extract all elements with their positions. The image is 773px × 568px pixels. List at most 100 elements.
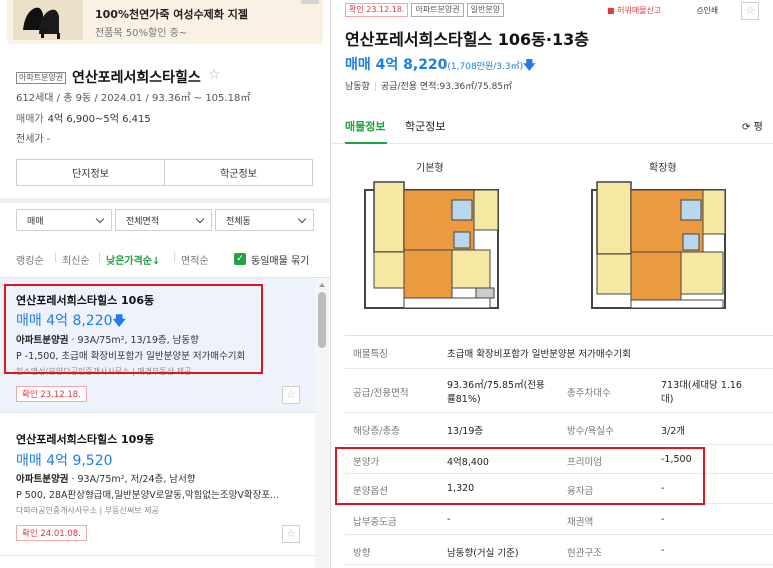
table-row: 방향 남동향(거실 기준) 현관구조 - [345, 535, 773, 565]
listing-description: P 500, 28A판상형급매,일반분양V로얄동,막힘없는조망V확장포... [16, 490, 280, 501]
scroll-up-icon[interactable] [319, 283, 325, 287]
complex-rent: 전세가 - [16, 130, 50, 145]
row-value: 률81%) [447, 394, 481, 405]
sort-area[interactable]: 면적순 [181, 252, 209, 267]
price-per-pyeong: (1,708만원/3.3㎡) [447, 62, 524, 72]
rent-value: - [46, 134, 51, 145]
highlight-box [335, 447, 705, 505]
sort-bar: 랭킹순 | 최신순 | 낮은가격순↓ | 면적순 ✓ 동일매물 묶기 [16, 252, 330, 267]
report-icon: ■ [607, 6, 618, 15]
complex-name: 연산포레서희스타힐스 [72, 70, 201, 86]
price-value: 4억 6,900~5억 6,415 [47, 114, 151, 125]
chevron-down-icon [195, 214, 205, 223]
highlight-box [4, 284, 263, 374]
sale-tag: 일반분양 [466, 3, 505, 17]
row-label: 현관구조 [567, 548, 602, 559]
row-value: 초급매 확장비포함가 일반분양분 저가매수기회 [447, 349, 631, 360]
ad-subtitle: 전품목 50%할인 중~ [95, 28, 188, 39]
sort-divider: | [173, 252, 177, 263]
complex-price: 매매가 4억 6,900~5억 6,415 [16, 110, 151, 125]
complex-tabs: 단지정보 학군정보 [16, 159, 313, 186]
row-label: 공급/전용면적 [353, 388, 409, 399]
sort-divider: | [98, 252, 102, 263]
group-same-label: 동일매물 묶기 [251, 256, 310, 267]
tab-school-info[interactable]: 학군정보 [405, 118, 445, 134]
sort-divider: | [54, 252, 58, 263]
divider [0, 555, 315, 556]
row-value: 3/2개 [661, 426, 686, 437]
chevron-down-icon [95, 214, 105, 223]
listing-panel: 100%천연가죽 여성수제화 지젤 전품목 50%할인 중~ 아파트분양권 연산… [0, 0, 330, 568]
row-label: 매물특징 [353, 349, 388, 360]
detail-tabs: 매물정보 학군정보 [331, 108, 773, 144]
tab-listing-info[interactable]: 매물정보 [345, 118, 385, 134]
row-value: 남동향(거실 기준) [447, 548, 519, 559]
detail-price-text: 매매 4억 8,220 [345, 57, 448, 73]
detail-price: 매매 4억 8,220(1,708만원/3.3㎡)🡇 [345, 54, 535, 77]
favorite-star-icon[interactable]: ☆ [208, 67, 221, 83]
price-label: 매매가 [16, 114, 44, 125]
area-label: 전체면적 [126, 216, 160, 227]
row-label: 방수/욕실수 [567, 426, 614, 437]
print-label: 인쇄 [703, 6, 719, 15]
school-info-button[interactable]: 학군정보 [164, 160, 312, 185]
table-row: 납부중도금 - 채권액 - [345, 504, 773, 535]
detail-direction: 남동향 [345, 82, 370, 92]
complex-info: 612세대 / 총 9동 / 2024.01 / 93.36㎡ ~ 105.18… [16, 93, 251, 104]
area-select[interactable]: 전체면적 [115, 209, 212, 231]
listing-type: 아파트분양권 [16, 474, 69, 485]
favorite-star-icon[interactable]: ☆ [741, 2, 759, 20]
confirm-date-tag: 확인 23.12.18. [345, 3, 409, 17]
row-label: 총주차대수 [567, 388, 611, 399]
scrollbar-thumb[interactable] [318, 292, 326, 348]
row-value: 713대(세대당 1.16 [661, 380, 742, 391]
filter-bar: 매매 전체면적 전체동 [16, 209, 314, 231]
confirm-badge: 확인 24.01.08. [16, 525, 87, 541]
chevron-down-icon [297, 214, 307, 223]
refresh-icon: ⟳ [742, 122, 754, 133]
listing-details: 아파트분양권 · 93A/75m², 저/24층, 남서향 [16, 471, 196, 485]
report-fake-button[interactable]: ■ 허위매물신고 [607, 5, 661, 16]
sort-low-price[interactable]: 낮은가격순↓ [106, 252, 160, 267]
price-down-arrow-icon: 🡇 [523, 58, 536, 72]
group-same-checkbox[interactable]: ✓ [234, 253, 246, 265]
row-value: 대) [661, 394, 674, 405]
detail-meta: 남동향 | 공급/전용 면적:93.36㎡/75.85㎡ [345, 79, 512, 92]
ad-banner[interactable]: 100%천연가죽 여성수제화 지젤 전품목 50%할인 중~ [7, 0, 323, 44]
row-value: - [661, 514, 665, 525]
row-label: 납부중도금 [353, 517, 397, 528]
ad-badge [301, 0, 319, 4]
print-button[interactable]: ⎙인쇄 [697, 5, 718, 16]
listing-2[interactable]: 연산포레서희스타힐스 109동 매매 4억 9,520 아파트분양권 · 93A… [0, 413, 315, 553]
detail-tags: 확인 23.12.18. 아파트분양권 일반분양 [345, 3, 505, 17]
listing-title: 연산포레서희스타힐스 109동 [16, 433, 155, 446]
floorplan-extended-label: 확장형 [649, 163, 677, 174]
favorite-star-icon[interactable]: ☆ [282, 386, 300, 404]
listing-spec: · 93A/75m², 저/24층, 남서향 [68, 474, 196, 485]
row-label: 채권액 [567, 517, 594, 528]
detail-area: 공급/전용 면적:93.36㎡/75.85㎡ [380, 82, 513, 92]
floorplan-basic-image[interactable] [364, 178, 499, 318]
trade-type-label: 매매 [27, 216, 44, 227]
listing-price: 매매 4억 9,520 [16, 453, 113, 469]
table-row: 공급/전용면적 93.36㎡/75.85㎡(전용 률81%) 총주차대수 713… [345, 369, 773, 413]
ad-title: 100%천연가죽 여성수제화 지젤 [95, 8, 248, 21]
row-label: 해당층/총층 [353, 426, 400, 437]
floorplan-extended-image[interactable] [591, 178, 726, 318]
row-value: - [661, 545, 665, 556]
building-label: 전체동 [226, 216, 251, 227]
shoe-image [13, 0, 83, 40]
trade-type-select[interactable]: 매매 [16, 209, 112, 231]
favorite-star-icon[interactable]: ☆ [282, 525, 300, 543]
unit-toggle-button[interactable]: ⟳ 평 [742, 118, 763, 133]
sort-ranking[interactable]: 랭킹순 [16, 252, 44, 267]
confirm-badge: 확인 23.12.18. [16, 386, 87, 402]
floorplan-basic-label: 기본형 [416, 163, 444, 174]
complex-info-button[interactable]: 단지정보 [17, 160, 164, 185]
unit-toggle-label: 평 [753, 122, 763, 133]
type-tag: 아파트분양권 [411, 3, 464, 17]
row-value: 13/19층 [447, 426, 484, 437]
report-label: 허위매물신고 [617, 6, 662, 15]
sort-latest[interactable]: 최신순 [62, 252, 90, 267]
building-select[interactable]: 전체동 [215, 209, 314, 231]
